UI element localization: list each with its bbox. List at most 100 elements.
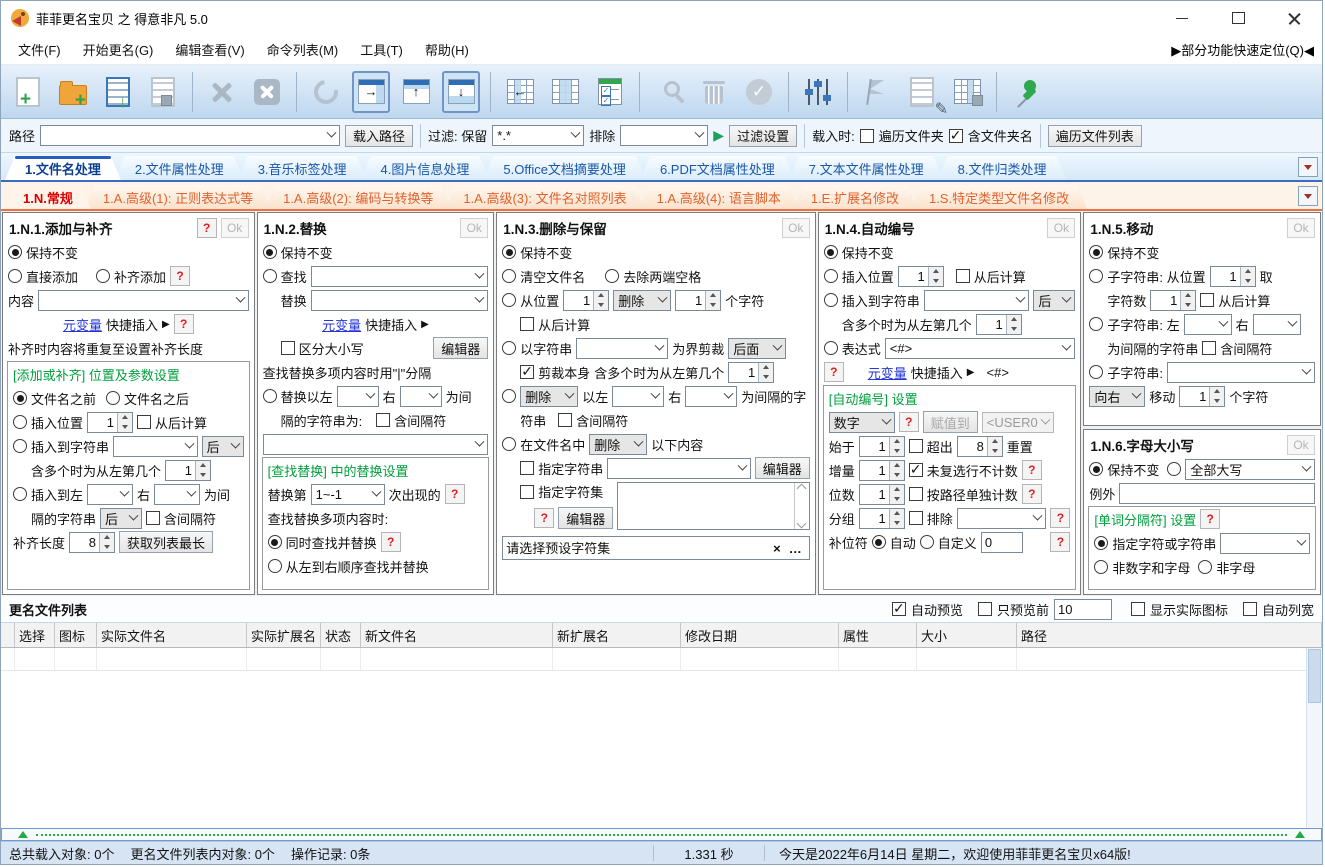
expr-tag-label[interactable]: <#> bbox=[987, 365, 1009, 380]
spin-down-icon[interactable] bbox=[594, 300, 608, 310]
per-path-checkbox[interactable] bbox=[909, 487, 923, 501]
filter-settings-button[interactable]: 过滤设置 bbox=[729, 125, 797, 147]
menu-edit-view[interactable]: 编辑查看(V) bbox=[166, 37, 253, 62]
help-button[interactable]: ? bbox=[899, 412, 919, 432]
spin-up-icon[interactable] bbox=[890, 437, 904, 447]
close-button[interactable] bbox=[1266, 1, 1322, 35]
menu-help[interactable]: 帮助(H) bbox=[416, 37, 478, 62]
keep-radio[interactable] bbox=[824, 245, 838, 259]
include-sep-checkbox[interactable] bbox=[146, 511, 160, 525]
multi-index-spinner[interactable]: 1 bbox=[728, 362, 774, 383]
dropdown-arrow-icon[interactable] bbox=[1038, 413, 1053, 432]
crop-side-combo[interactable]: 后面 bbox=[728, 338, 786, 359]
sub-string-radio[interactable] bbox=[1089, 365, 1103, 379]
splitter-collapse-icon[interactable] bbox=[18, 831, 28, 838]
spin-up-icon[interactable] bbox=[988, 437, 1002, 447]
ok-button[interactable]: Ok bbox=[782, 218, 810, 238]
move-column-left-icon[interactable]: ← bbox=[501, 71, 539, 113]
search-icon[interactable] bbox=[650, 71, 688, 113]
dropdown-arrow-icon[interactable] bbox=[324, 126, 339, 145]
help-button[interactable]: ? bbox=[174, 314, 194, 334]
help-button[interactable]: ? bbox=[381, 532, 401, 552]
traverse-folders-checkbox[interactable] bbox=[860, 129, 874, 143]
spin-up-icon[interactable] bbox=[1241, 267, 1255, 277]
spin-down-icon[interactable] bbox=[196, 470, 210, 480]
non-alnum-radio[interactable] bbox=[1094, 560, 1108, 574]
include-folder-name-checkbox[interactable] bbox=[949, 129, 963, 143]
spin-down-icon[interactable] bbox=[1007, 324, 1021, 334]
quick-insert-label[interactable]: 快捷插入 bbox=[365, 315, 417, 334]
tab-music-tags[interactable]: 3.音乐标签处理 bbox=[238, 156, 367, 180]
preset-charset-field[interactable]: 请选择预设字符集 × … bbox=[502, 536, 810, 560]
help-button[interactable]: ? bbox=[1050, 532, 1070, 552]
help-button[interactable]: ? bbox=[1022, 484, 1042, 504]
from-end-checkbox[interactable] bbox=[956, 269, 970, 283]
before-name-radio[interactable] bbox=[13, 391, 27, 405]
panel-top-icon[interactable]: ↑ bbox=[397, 71, 435, 113]
exclude-checkbox[interactable] bbox=[909, 511, 923, 525]
overflow-spinner[interactable]: 8 bbox=[957, 436, 1003, 457]
case-mode-radio[interactable] bbox=[1167, 462, 1181, 476]
from-pos-spinner[interactable]: 1 bbox=[563, 290, 609, 311]
editor-button[interactable]: 编辑器 bbox=[433, 337, 488, 359]
tab-filename-processing[interactable]: 1.文件名处理 bbox=[5, 156, 121, 180]
move-spinner[interactable]: 1 bbox=[1179, 386, 1225, 407]
tab-normal[interactable]: 1.N.常规 bbox=[5, 185, 91, 209]
minimize-button[interactable] bbox=[1154, 1, 1210, 35]
insert-to-string-radio[interactable] bbox=[13, 439, 27, 453]
charset-textarea[interactable] bbox=[617, 482, 810, 530]
digits-spinner[interactable]: 1 bbox=[859, 484, 905, 505]
right-sep-combo[interactable] bbox=[400, 386, 442, 407]
col-actual-name[interactable]: 实际文件名 bbox=[97, 623, 247, 647]
direction-combo[interactable]: 向右 bbox=[1089, 386, 1145, 407]
direct-add-radio[interactable] bbox=[8, 269, 22, 283]
dropdown-arrow-icon[interactable] bbox=[1013, 291, 1028, 310]
from-end-checkbox[interactable] bbox=[137, 415, 151, 429]
spec-chars-combo[interactable] bbox=[1220, 533, 1310, 554]
ok-button[interactable]: Ok bbox=[221, 218, 249, 238]
dropdown-arrow-icon[interactable] bbox=[426, 387, 441, 406]
pin-icon[interactable] bbox=[1007, 71, 1045, 113]
insert-between-radio[interactable] bbox=[13, 487, 27, 501]
trim-spaces-radio[interactable] bbox=[605, 269, 619, 283]
insert-pos-spinner[interactable]: 1 bbox=[898, 266, 944, 287]
right-sep-combo[interactable] bbox=[685, 386, 737, 407]
delete-between-radio[interactable] bbox=[502, 389, 516, 403]
col-select[interactable]: 选择 bbox=[15, 623, 55, 647]
auto-col-width-checkbox[interactable] bbox=[1243, 602, 1257, 616]
dropdown-arrow-icon[interactable] bbox=[1216, 315, 1231, 334]
preview-first-checkbox[interactable] bbox=[978, 602, 992, 616]
add-folder-icon[interactable]: + bbox=[54, 71, 92, 113]
keep-radio[interactable] bbox=[8, 245, 22, 259]
dropdown-arrow-icon[interactable] bbox=[879, 413, 894, 432]
nth-combo[interactable]: 1~-1 bbox=[311, 484, 385, 505]
ok-button[interactable]: Ok bbox=[1287, 218, 1315, 238]
refresh-icon[interactable] bbox=[307, 71, 345, 113]
spin-up-icon[interactable] bbox=[706, 291, 720, 301]
dropdown-arrow-icon[interactable] bbox=[692, 126, 707, 145]
custom-pad-input[interactable]: 0 bbox=[981, 532, 1023, 553]
ok-button[interactable]: Ok bbox=[1287, 435, 1315, 455]
left-sep-combo[interactable] bbox=[87, 484, 133, 505]
spin-up-icon[interactable] bbox=[890, 485, 904, 495]
from-pos-radio[interactable] bbox=[502, 293, 516, 307]
load-path-button[interactable]: 载入路径 bbox=[345, 125, 413, 147]
tab-text-attributes[interactable]: 7.文本文件属性处理 bbox=[789, 156, 944, 180]
insert-to-string-combo[interactable] bbox=[113, 436, 198, 457]
expand-arrow-icon[interactable]: ▶ bbox=[967, 367, 975, 378]
insert-pos-spinner[interactable]: 1 bbox=[87, 412, 133, 433]
spin-down-icon[interactable] bbox=[1181, 300, 1195, 310]
case-sensitive-checkbox[interactable] bbox=[281, 341, 295, 355]
panel-bottom-icon[interactable]: ↓ bbox=[442, 71, 480, 113]
dropdown-arrow-icon[interactable] bbox=[1129, 387, 1144, 406]
scrollbar-thumb[interactable] bbox=[1308, 649, 1321, 703]
table-vertical-scrollbar[interactable] bbox=[1306, 648, 1322, 828]
menu-tools[interactable]: 工具(T) bbox=[351, 37, 412, 62]
dropdown-arrow-icon[interactable] bbox=[770, 339, 785, 358]
help-button[interactable]: ? bbox=[534, 508, 554, 528]
col-path[interactable]: 路径 bbox=[1017, 623, 1322, 647]
path-combo[interactable] bbox=[40, 125, 340, 146]
crop-self-checkbox[interactable] bbox=[520, 365, 534, 379]
by-string-radio[interactable] bbox=[502, 341, 516, 355]
assign-to-button[interactable]: 赋值到 bbox=[923, 411, 978, 433]
